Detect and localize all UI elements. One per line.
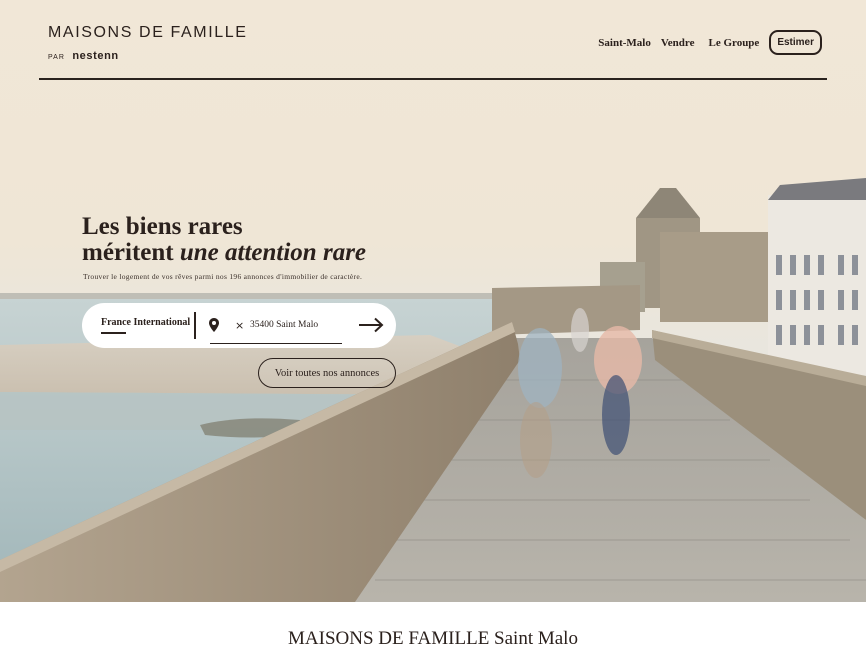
hero-headline: Les biens rares méritent une attention r… [82, 214, 366, 266]
headline-line-1: Les biens rares [82, 213, 243, 240]
search-bar: France International × 35400 Saint Malo [82, 303, 396, 348]
brand-network-name: nestenn [72, 50, 119, 62]
hero-banner [0, 0, 866, 602]
hero-subline: Trouver le logement de vos rêves parmi n… [83, 272, 363, 281]
agency-title: MAISONS DE FAMILLE Saint Malo [288, 628, 578, 649]
headline-line-2: méritent [82, 239, 180, 266]
search-scope-tab[interactable]: France International [101, 317, 190, 328]
brand-network: PAR nestenn [48, 46, 248, 64]
nav-link-vendre[interactable]: Vendre [661, 37, 695, 49]
main-nav: Saint-Malo Vendre Le Groupe Estimer [598, 30, 822, 55]
nav-link-saint-malo[interactable]: Saint-Malo [598, 37, 651, 49]
brand-par: PAR [48, 54, 65, 61]
close-icon[interactable]: × [235, 319, 244, 332]
nav-link-le-groupe[interactable]: Le Groupe [708, 37, 759, 49]
scope-underline [101, 332, 126, 334]
hero-photo [0, 178, 866, 602]
estimer-button[interactable]: Estimer [769, 30, 822, 55]
brand-name: MAISONS DE FAMILLE [48, 24, 248, 41]
map-pin-icon [209, 318, 219, 337]
arrow-right-icon[interactable] [358, 317, 384, 338]
brand-logo[interactable]: MAISONS DE FAMILLE PAR nestenn [48, 24, 248, 64]
location-field-underline [210, 343, 342, 344]
location-chip: 35400 Saint Malo [250, 320, 319, 330]
all-listings-button[interactable]: Voir toutes nos annonces [258, 358, 396, 388]
headline-line-2-italic: une attention rare [179, 239, 367, 266]
search-divider [194, 312, 196, 339]
site-header: MAISONS DE FAMILLE PAR nestenn Saint-Mal… [39, 0, 827, 80]
